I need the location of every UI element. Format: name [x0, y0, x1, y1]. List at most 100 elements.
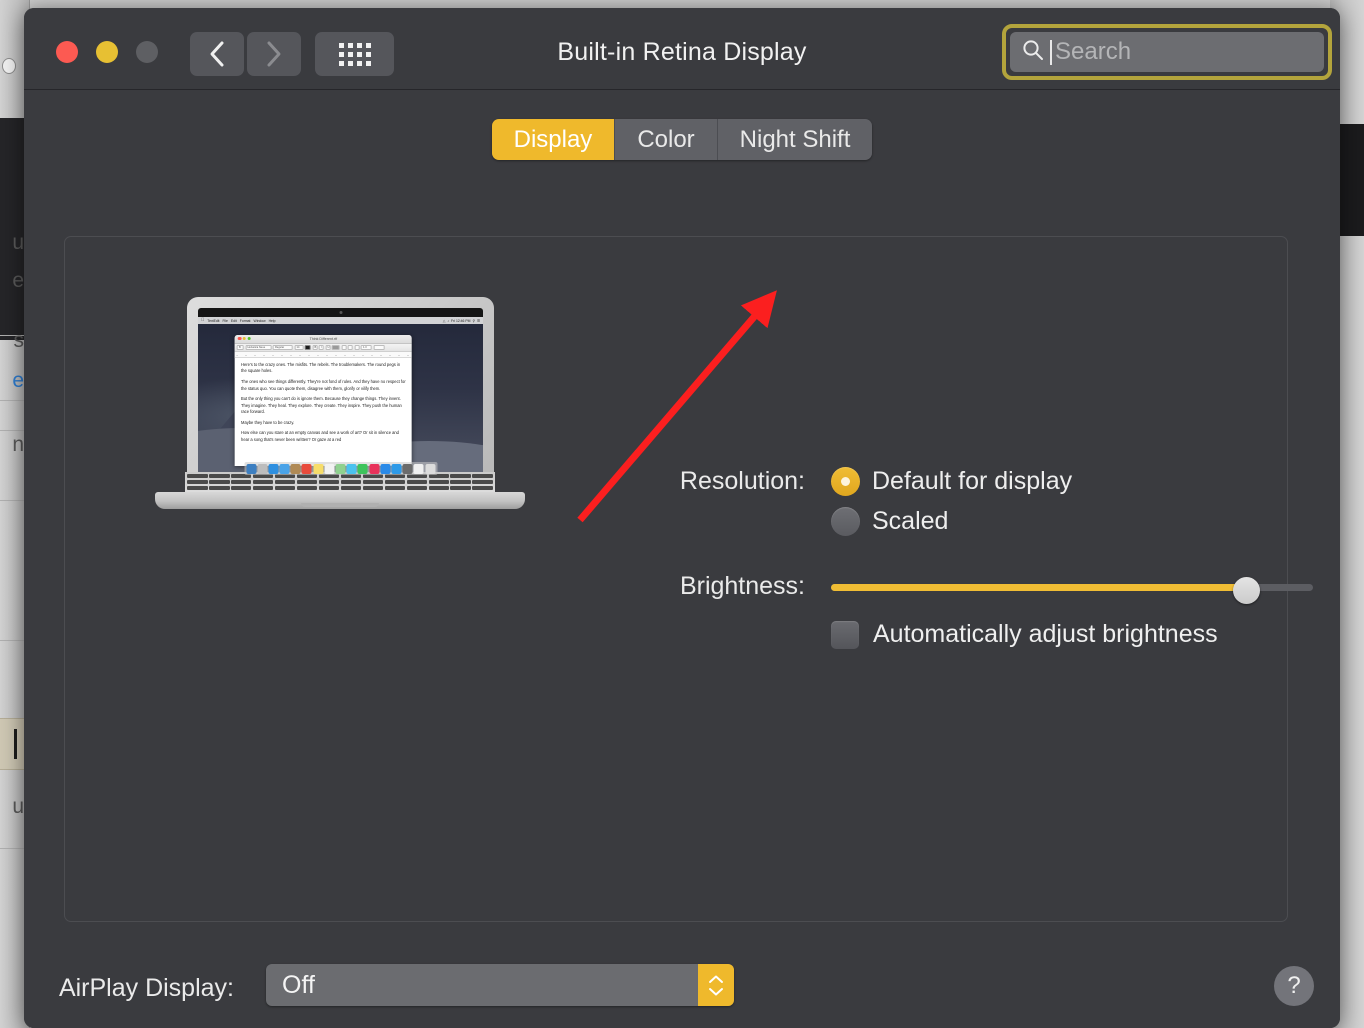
keyboard-key [231, 486, 252, 490]
keyboard-key [275, 480, 296, 484]
background-text-fragment: u [0, 796, 26, 817]
display-preview-illustration:  TextEdit File Edit Format Window Help … [155, 297, 525, 527]
search-input[interactable]: Search [1010, 32, 1324, 72]
window-titlebar: Built-in Retina Display Search [24, 8, 1340, 90]
clock-label: Fri 12:46 PM [451, 319, 470, 323]
keyboard-key [472, 480, 493, 484]
underline-button: U [326, 345, 331, 350]
control-center-icon: ☰ [477, 319, 480, 323]
keyboard-key [429, 480, 450, 484]
keyboard-key [253, 486, 274, 490]
radio-default-for-display[interactable]: Default for display [831, 467, 1072, 496]
bold-button: B [313, 345, 318, 350]
laptop-lid:  TextEdit File Edit Format Window Help … [187, 297, 494, 492]
dock-icon-contacts [291, 464, 301, 474]
radio-label: Default for display [872, 467, 1072, 496]
background-divider [0, 400, 26, 401]
checkbox-label: Automatically adjust brightness [873, 620, 1218, 649]
dock-icon-pages [414, 464, 424, 474]
tab-display[interactable]: Display [492, 119, 616, 160]
document-paragraph: But the only thing you can't do is ignor… [241, 396, 406, 416]
tab-night-shift[interactable]: Night Shift [718, 119, 873, 160]
preview-menubar:  TextEdit File Edit Format Window Help … [198, 317, 483, 324]
keyboard-key [385, 480, 406, 484]
search-icon: ⚲ [472, 319, 474, 323]
radio-button-unselected[interactable] [831, 507, 860, 536]
keyboard-key [450, 480, 471, 484]
keyboard-key [297, 480, 318, 484]
keyboard-key [187, 486, 208, 490]
resolution-label: Resolution: [605, 467, 805, 496]
keyboard-key [253, 480, 274, 484]
dock-icon-facetime [358, 464, 368, 474]
airplay-display-select[interactable]: Off [266, 964, 734, 1006]
background-text-fragment: e [0, 370, 26, 391]
menubar-item: Help [269, 319, 276, 323]
align-center-button [348, 345, 353, 350]
keyboard-key [407, 486, 428, 490]
keyboard-key [275, 486, 296, 490]
camera-icon [339, 311, 342, 314]
background-dark-band-left [0, 118, 24, 340]
dock-icon-icloud [391, 464, 401, 474]
apple-menu-icon:  [201, 318, 204, 323]
menubar-status-items: △ ♪ Fri 12:46 PM ⚲ ☰ [443, 319, 480, 323]
volume-icon: ♪ [447, 319, 449, 323]
keyboard-key [209, 480, 230, 484]
brightness-slider[interactable] [831, 577, 1313, 599]
dock-icon-itunes [369, 464, 379, 474]
dock-icon-mail [280, 464, 290, 474]
dock-icon-finder [246, 464, 256, 474]
document-paragraph: The ones who see things differently. The… [241, 379, 406, 392]
preview-dock [244, 462, 437, 475]
brightness-label: Brightness: [605, 572, 805, 601]
auto-adjust-brightness-row[interactable]: Automatically adjust brightness [831, 620, 1218, 649]
keyboard-key [209, 486, 230, 490]
preview-textedit-window: Think Different.rtf B Helvetica Neue Reg… [235, 335, 412, 466]
dock-icon-safari [268, 464, 278, 474]
italic-button: I [319, 345, 324, 350]
slider-thumb[interactable] [1233, 577, 1260, 604]
help-button[interactable]: ? [1274, 966, 1314, 1006]
keyboard-key [385, 486, 406, 490]
search-placeholder: Search [1055, 38, 1131, 66]
text-caret [1050, 40, 1052, 65]
align-left-button [342, 345, 347, 350]
preferences-body: Display Color Night Shift [24, 90, 1340, 1028]
search-field-focus-ring: Search [1002, 24, 1332, 80]
dock-icon-reminders [324, 464, 334, 474]
slider-fill [831, 584, 1246, 591]
display-settings-panel:  TextEdit File Edit Format Window Help … [64, 236, 1288, 922]
keyboard-key [341, 486, 362, 490]
tab-color[interactable]: Color [615, 119, 717, 160]
keyboard-key [450, 474, 471, 478]
keyboard-key [187, 474, 208, 478]
search-icon [1022, 39, 1044, 66]
menubar-item: TextEdit [207, 319, 219, 323]
tab-bar: Display Color Night Shift [24, 119, 1340, 160]
font-size-menu: 14 [295, 345, 304, 350]
background-divider [0, 500, 26, 501]
background-text-fragment: n [0, 434, 26, 455]
radio-button-selected[interactable] [831, 467, 860, 496]
dock-icon-calendar [302, 464, 312, 474]
menubar-item: Window [254, 319, 266, 323]
tab-group: Display Color Night Shift [492, 119, 873, 160]
font-style-menu: Regular [273, 345, 293, 350]
radio-scaled[interactable]: Scaled [831, 507, 948, 536]
document-paragraph: Maybe they have to be crazy. [241, 420, 406, 427]
line-spacing-menu: 1.0 [361, 345, 372, 350]
color-swatch [305, 345, 311, 350]
background-selected-row [0, 718, 26, 770]
font-family-menu: Helvetica Neue [246, 345, 272, 350]
checkbox-unchecked[interactable] [831, 621, 859, 649]
textedit-ruler [235, 352, 412, 358]
keyboard-key [297, 486, 318, 490]
textedit-document: Here's to the crazy ones. The misfits. T… [235, 358, 412, 451]
keyboard-key [363, 486, 384, 490]
background-window-control [2, 58, 16, 74]
question-mark-icon: ? [1287, 972, 1300, 1000]
dock-icon-notes [313, 464, 323, 474]
list-style-menu [374, 345, 385, 350]
stepper-up-down-icon[interactable] [698, 964, 734, 1006]
